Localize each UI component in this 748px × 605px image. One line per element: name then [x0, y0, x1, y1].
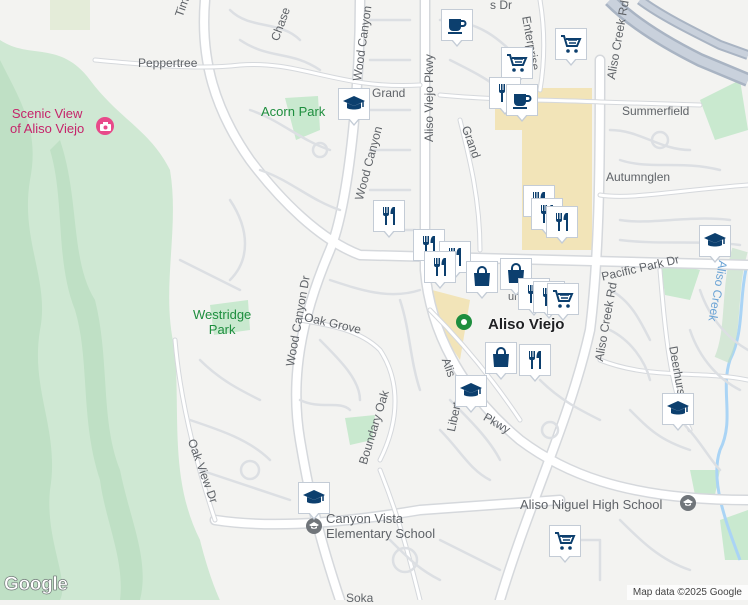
cart-icon [559, 32, 583, 56]
street-label-grand: Grand [372, 86, 406, 100]
street-label-summerfield: Summerfield [622, 104, 690, 118]
graduation-cap-icon [342, 92, 366, 116]
fork-knife-icon [550, 210, 574, 234]
cart-icon [505, 51, 529, 75]
map-marker-restaurant[interactable] [424, 251, 456, 289]
street-label-soka: Soka [346, 591, 374, 605]
map-marker-shopping-cart[interactable] [555, 28, 587, 66]
shopping-bag-icon [489, 346, 513, 370]
graduation-cap-icon [302, 486, 326, 510]
school-poi-icon[interactable] [680, 495, 696, 511]
map-marker-shopping-bag[interactable] [466, 261, 498, 299]
graduation-cap-icon [666, 397, 690, 421]
street-label-aliso-viejo-pkwy: Aliso Viejo Pkwy [422, 54, 436, 142]
street-label-peppertree: Peppertree [138, 56, 198, 70]
map-marker-coffee[interactable] [506, 84, 538, 122]
place-label-westridge-park[interactable]: Westridge Park [193, 307, 251, 337]
school-poi-icon[interactable] [306, 518, 322, 534]
map-marker-shopping-bag[interactable] [485, 342, 517, 380]
map-marker-restaurant[interactable] [373, 200, 405, 238]
map-marker-shopping-cart[interactable] [549, 525, 581, 563]
graduation-cap-icon [459, 379, 483, 403]
camera-icon[interactable] [96, 117, 114, 135]
place-label-aliso-niguel-high[interactable]: Aliso Niguel High School [520, 497, 662, 512]
map-marker-restaurant[interactable] [519, 344, 551, 382]
map-marker-school[interactable] [298, 482, 330, 520]
map-marker-school[interactable] [699, 225, 731, 263]
shopping-bag-icon [470, 265, 494, 289]
place-label-canyon-vista[interactable]: Canyon Vista Elementary School [326, 511, 435, 541]
map-marker-shopping-cart[interactable] [547, 283, 579, 321]
city-pin-icon[interactable] [456, 314, 472, 330]
fork-knife-icon [428, 255, 452, 279]
google-logo[interactable]: Google [4, 574, 68, 596]
street-label-autumnglen: Autumnglen [606, 170, 671, 184]
coffee-icon [445, 13, 469, 37]
map-marker-restaurant[interactable] [546, 206, 578, 244]
place-label-scenic-view[interactable]: Scenic View of Aliso Viejo [10, 106, 84, 136]
cart-icon [551, 287, 575, 311]
street-label-dr-top: s Dr [490, 0, 512, 12]
map-attribution[interactable]: Map data ©2025 Google [626, 585, 748, 600]
map-marker-school[interactable] [662, 393, 694, 431]
place-label-acorn-park[interactable]: Acorn Park [261, 104, 325, 119]
graduation-cap-icon [703, 229, 727, 253]
map-marker-school[interactable] [338, 88, 370, 126]
cart-icon [553, 529, 577, 553]
fork-knife-icon [377, 204, 401, 228]
fork-knife-icon [523, 348, 547, 372]
map-marker-school[interactable] [455, 375, 487, 413]
map-marker-coffee[interactable] [441, 9, 473, 47]
coffee-icon [510, 88, 534, 112]
